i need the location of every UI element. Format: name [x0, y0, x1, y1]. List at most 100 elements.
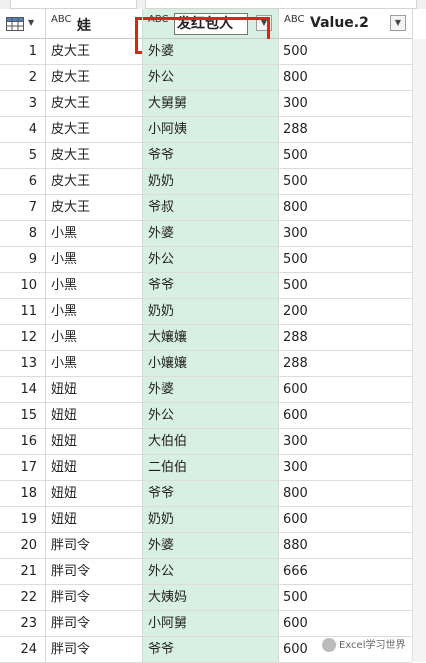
cell-wa[interactable]: 皮大王: [45, 39, 142, 65]
table-row[interactable]: 12 小黑 大孃孃 288: [0, 325, 412, 351]
cell-wa[interactable]: 皮大王: [45, 195, 142, 221]
cell-value[interactable]: 200: [278, 299, 412, 325]
toolbar-tab[interactable]: [10, 0, 137, 9]
cell-wa[interactable]: 妞妞: [45, 455, 142, 481]
table-row[interactable]: 18 妞妞 爷爷 800: [0, 481, 412, 507]
cell-giver[interactable]: 大伯伯: [142, 429, 278, 455]
cell-wa[interactable]: 妞妞: [45, 403, 142, 429]
cell-value[interactable]: 500: [278, 585, 412, 611]
row-number[interactable]: 3: [0, 91, 45, 117]
cell-giver[interactable]: 爷爷: [142, 273, 278, 299]
cell-giver[interactable]: 爷爷: [142, 637, 278, 663]
table-row[interactable]: 7 皮大王 爷叔 800: [0, 195, 412, 221]
row-number[interactable]: 20: [0, 533, 45, 559]
cell-giver[interactable]: 外公: [142, 403, 278, 429]
cell-value[interactable]: 600: [278, 403, 412, 429]
table-row[interactable]: 2 皮大王 外公 800: [0, 65, 412, 91]
table-menu-header[interactable]: ▼: [0, 9, 45, 39]
cell-value[interactable]: 288: [278, 325, 412, 351]
cell-value[interactable]: 666: [278, 559, 412, 585]
cell-wa[interactable]: 胖司令: [45, 533, 142, 559]
row-number[interactable]: 11: [0, 299, 45, 325]
table-row[interactable]: 5 皮大王 爷爷 500: [0, 143, 412, 169]
cell-wa[interactable]: 妞妞: [45, 481, 142, 507]
row-number[interactable]: 1: [0, 39, 45, 65]
cell-wa[interactable]: 胖司令: [45, 559, 142, 585]
cell-value[interactable]: 500: [278, 39, 412, 65]
cell-value[interactable]: 300: [278, 455, 412, 481]
row-number[interactable]: 21: [0, 559, 45, 585]
table-row[interactable]: 10 小黑 爷爷 500: [0, 273, 412, 299]
cell-wa[interactable]: 小黑: [45, 351, 142, 377]
cell-wa[interactable]: 妞妞: [45, 429, 142, 455]
cell-giver[interactable]: 小阿舅: [142, 611, 278, 637]
cell-value[interactable]: 600: [278, 507, 412, 533]
row-number[interactable]: 19: [0, 507, 45, 533]
cell-giver[interactable]: 二伯伯: [142, 455, 278, 481]
table-row[interactable]: 20 胖司令 外婆 880: [0, 533, 412, 559]
table-row[interactable]: 17 妞妞 二伯伯 300: [0, 455, 412, 481]
row-number[interactable]: 10: [0, 273, 45, 299]
cell-giver[interactable]: 小孃孃: [142, 351, 278, 377]
cell-giver[interactable]: 外公: [142, 65, 278, 91]
row-number[interactable]: 5: [0, 143, 45, 169]
cell-value[interactable]: 600: [278, 377, 412, 403]
cell-value[interactable]: 800: [278, 195, 412, 221]
table-row[interactable]: 14 妞妞 外婆 600: [0, 377, 412, 403]
cell-wa[interactable]: 胖司令: [45, 585, 142, 611]
table-row[interactable]: 1 皮大王 外婆 500: [0, 39, 412, 65]
row-number[interactable]: 16: [0, 429, 45, 455]
row-number[interactable]: 13: [0, 351, 45, 377]
cell-value[interactable]: 288: [278, 117, 412, 143]
column-header-value[interactable]: ABC Value.2 ▼: [278, 9, 412, 39]
table-row[interactable]: 15 妞妞 外公 600: [0, 403, 412, 429]
table-row[interactable]: 21 胖司令 外公 666: [0, 559, 412, 585]
row-number[interactable]: 14: [0, 377, 45, 403]
cell-giver[interactable]: 大舅舅: [142, 91, 278, 117]
cell-giver[interactable]: 奶奶: [142, 299, 278, 325]
cell-wa[interactable]: 小黑: [45, 299, 142, 325]
cell-value[interactable]: 880: [278, 533, 412, 559]
cell-wa[interactable]: 小黑: [45, 247, 142, 273]
row-number[interactable]: 18: [0, 481, 45, 507]
cell-value[interactable]: 800: [278, 65, 412, 91]
row-number[interactable]: 22: [0, 585, 45, 611]
row-number[interactable]: 7: [0, 195, 45, 221]
cell-wa[interactable]: 皮大王: [45, 65, 142, 91]
cell-giver[interactable]: 外婆: [142, 377, 278, 403]
cell-giver[interactable]: 外婆: [142, 221, 278, 247]
cell-wa[interactable]: 妞妞: [45, 507, 142, 533]
vertical-scrollbar[interactable]: [412, 39, 426, 662]
table-row[interactable]: 3 皮大王 大舅舅 300: [0, 91, 412, 117]
row-number[interactable]: 24: [0, 637, 45, 663]
row-number[interactable]: 15: [0, 403, 45, 429]
column-header-wa[interactable]: ABC 娃: [45, 9, 142, 39]
cell-giver[interactable]: 奶奶: [142, 169, 278, 195]
row-number[interactable]: 23: [0, 611, 45, 637]
cell-value[interactable]: 500: [278, 169, 412, 195]
cell-wa[interactable]: 胖司令: [45, 611, 142, 637]
table-row[interactable]: 13 小黑 小孃孃 288: [0, 351, 412, 377]
table-row[interactable]: 11 小黑 奶奶 200: [0, 299, 412, 325]
cell-wa[interactable]: 皮大王: [45, 117, 142, 143]
table-row[interactable]: 8 小黑 外婆 300: [0, 221, 412, 247]
cell-value[interactable]: 800: [278, 481, 412, 507]
cell-value[interactable]: 300: [278, 221, 412, 247]
cell-giver[interactable]: 外公: [142, 247, 278, 273]
cell-giver[interactable]: 大姨妈: [142, 585, 278, 611]
cell-giver[interactable]: 爷爷: [142, 481, 278, 507]
cell-wa[interactable]: 皮大王: [45, 169, 142, 195]
row-number[interactable]: 9: [0, 247, 45, 273]
cell-wa[interactable]: 胖司令: [45, 637, 142, 663]
table-row[interactable]: 6 皮大王 奶奶 500: [0, 169, 412, 195]
table-row[interactable]: 4 皮大王 小阿姨 288: [0, 117, 412, 143]
row-number[interactable]: 8: [0, 221, 45, 247]
row-number[interactable]: 6: [0, 169, 45, 195]
row-number[interactable]: 17: [0, 455, 45, 481]
cell-value[interactable]: 500: [278, 143, 412, 169]
cell-giver[interactable]: 外公: [142, 559, 278, 585]
cell-wa[interactable]: 小黑: [45, 221, 142, 247]
table-row[interactable]: 23 胖司令 小阿舅 600: [0, 611, 412, 637]
cell-value[interactable]: 600: [278, 611, 412, 637]
cell-wa[interactable]: 小黑: [45, 273, 142, 299]
